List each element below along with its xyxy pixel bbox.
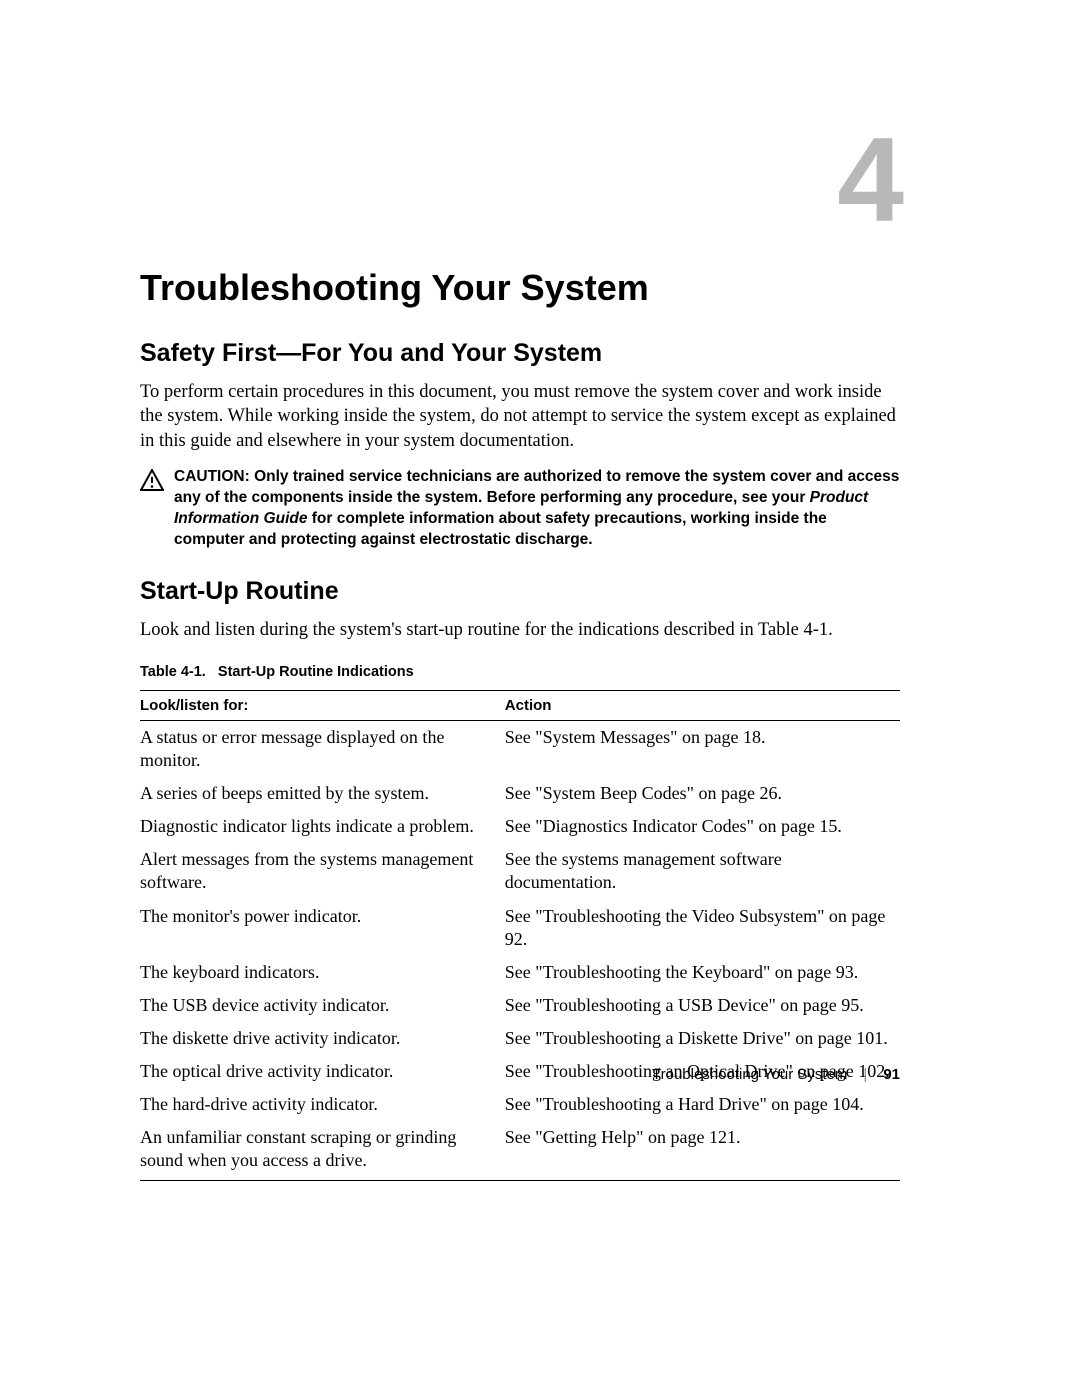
startup-paragraph: Look and listen during the system's star… — [140, 618, 900, 642]
caution-triangle-icon — [140, 467, 164, 496]
table-cell-action: See "Troubleshooting the Video Subsystem… — [505, 900, 900, 956]
table-cell-action: See the systems management software docu… — [505, 843, 900, 899]
caution-label: CAUTION: — [174, 468, 250, 485]
table-cell-look: The hard-drive activity indicator. — [140, 1088, 505, 1121]
footer-page-number: 91 — [883, 1066, 900, 1083]
footer-section: Troubleshooting Your System — [652, 1066, 847, 1083]
table-cell-action: See "Diagnostics Indicator Codes" on pag… — [505, 810, 900, 843]
section-heading-startup: Start-Up Routine — [140, 577, 900, 606]
table-row: The USB device activity indicator.See "T… — [140, 989, 900, 1022]
table-cell-look: Diagnostic indicator lights indicate a p… — [140, 810, 505, 843]
table-cell-look: The keyboard indicators. — [140, 956, 505, 989]
table-header-action: Action — [505, 691, 900, 721]
table-cell-action: See "System Beep Codes" on page 26. — [505, 777, 900, 810]
table-cell-action: See "System Messages" on page 18. — [505, 721, 900, 778]
caution-pre: Only trained service technicians are aut… — [174, 468, 899, 506]
table-cell-look: The USB device activity indicator. — [140, 989, 505, 1022]
table-row: A series of beeps emitted by the system.… — [140, 777, 900, 810]
table-cell-look: A status or error message displayed on t… — [140, 721, 505, 778]
footer-separator-icon: | — [863, 1066, 867, 1083]
table-row: A status or error message displayed on t… — [140, 721, 900, 778]
table-row: Alert messages from the systems manageme… — [140, 843, 900, 899]
table-caption-label: Table 4-1. — [140, 664, 206, 680]
table-cell-look: An unfamiliar constant scraping or grind… — [140, 1121, 505, 1181]
table-row: Diagnostic indicator lights indicate a p… — [140, 810, 900, 843]
table-caption-text: Start-Up Routine Indications — [218, 664, 414, 680]
table-row: The keyboard indicators.See "Troubleshoo… — [140, 956, 900, 989]
table-row: The hard-drive activity indicator.See "T… — [140, 1088, 900, 1121]
section-heading-safety: Safety First—For You and Your System — [140, 339, 900, 368]
chapter-number: 4 — [837, 120, 900, 240]
caution-text: CAUTION: Only trained service technician… — [174, 467, 900, 551]
table-cell-action: See "Troubleshooting the Keyboard" on pa… — [505, 956, 900, 989]
table-header-look: Look/listen for: — [140, 691, 505, 721]
table-row: The monitor's power indicator.See "Troub… — [140, 900, 900, 956]
table-row: The diskette drive activity indicator.Se… — [140, 1022, 900, 1055]
table-cell-action: See "Troubleshooting a USB Device" on pa… — [505, 989, 900, 1022]
table-cell-look: A series of beeps emitted by the system. — [140, 777, 505, 810]
table-cell-look: Alert messages from the systems manageme… — [140, 843, 505, 899]
table-cell-look: The diskette drive activity indicator. — [140, 1022, 505, 1055]
page-footer: Troubleshooting Your System | 91 — [652, 1066, 900, 1083]
chapter-title: Troubleshooting Your System — [140, 267, 900, 309]
table-cell-look: The optical drive activity indicator. — [140, 1055, 505, 1088]
table-cell-action: See "Troubleshooting a Hard Drive" on pa… — [505, 1088, 900, 1121]
table-caption: Table 4-1. Start-Up Routine Indications — [140, 664, 900, 680]
table-cell-action: See "Getting Help" on page 121. — [505, 1121, 900, 1181]
table-cell-action: See "Troubleshooting a Diskette Drive" o… — [505, 1022, 900, 1055]
table-cell-look: The monitor's power indicator. — [140, 900, 505, 956]
table-row: An unfamiliar constant scraping or grind… — [140, 1121, 900, 1181]
startup-indications-table: Look/listen for: Action A status or erro… — [140, 690, 900, 1180]
safety-paragraph: To perform certain procedures in this do… — [140, 380, 900, 453]
caution-block: CAUTION: Only trained service technician… — [140, 467, 900, 551]
